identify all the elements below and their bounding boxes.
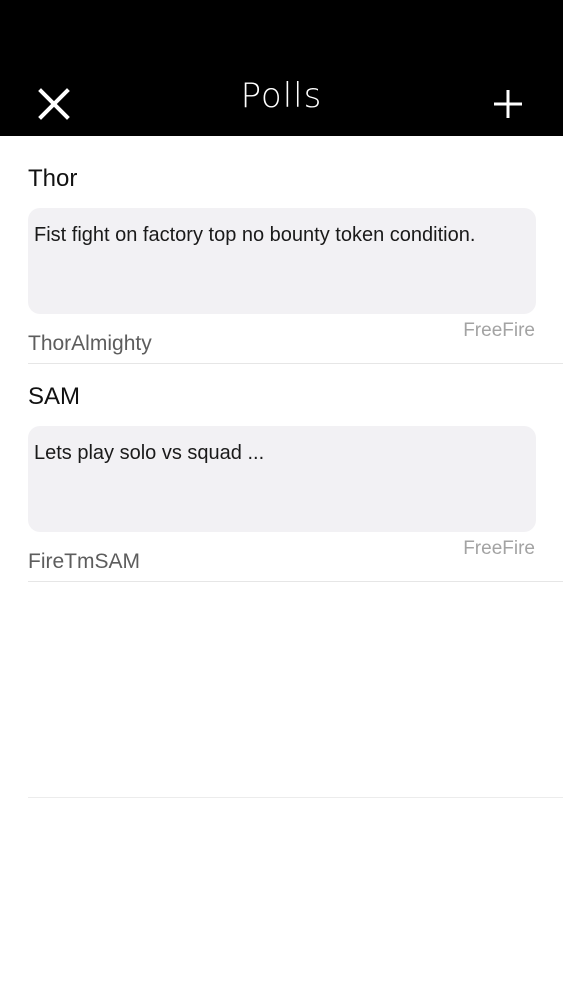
poll-author: FireTmSAM (28, 550, 140, 573)
divider (28, 797, 563, 798)
poll-game-tag: FreeFire (463, 538, 535, 559)
page-title: Polls (240, 76, 323, 116)
poll-message-bubble: Fist fight on factory top no bounty toke… (28, 208, 536, 314)
poll-message: Fist fight on factory top no bounty toke… (34, 224, 476, 246)
poll-item[interactable]: Thor Fist fight on factory top no bounty… (0, 146, 563, 364)
poll-author: ThorAlmighty (28, 332, 152, 355)
poll-item[interactable]: SAM Lets play solo vs squad ... FreeFire… (0, 364, 563, 582)
poll-title: SAM (28, 383, 81, 410)
plus-icon (494, 90, 522, 118)
poll-message-bubble: Lets play solo vs squad ... (28, 426, 536, 532)
divider (28, 581, 563, 582)
poll-title: Thor (28, 165, 78, 192)
add-poll-button[interactable] (488, 84, 528, 124)
poll-game-tag: FreeFire (463, 320, 535, 341)
poll-message: Lets play solo vs squad ... (34, 442, 265, 464)
nav-header: Polls (0, 0, 563, 136)
